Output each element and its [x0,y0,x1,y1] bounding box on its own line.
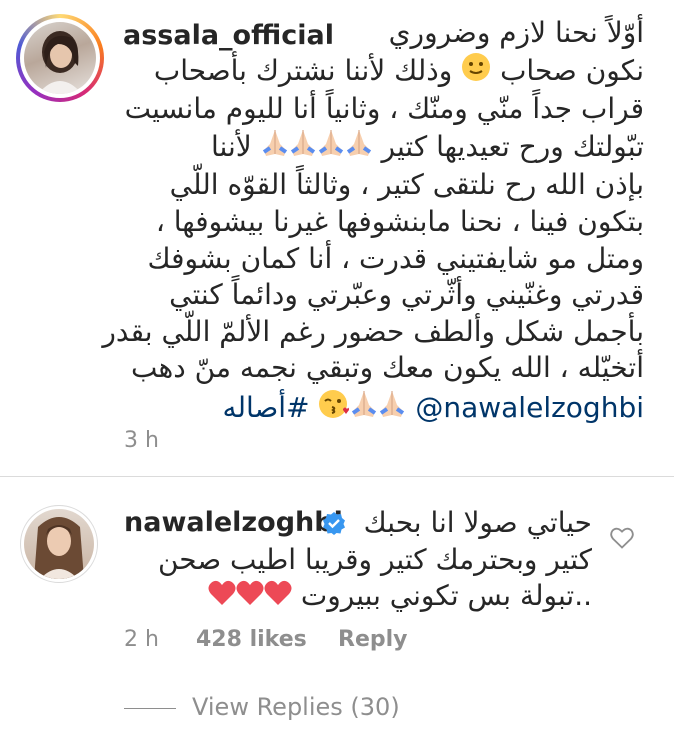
comment-assala: assala_official أوّلاً نحنا لازم وضروري … [0,0,674,470]
comment-line: ..تبولة بس تكوني ببيروت [300,579,592,613]
comment-timestamp: 3 h [124,428,159,453]
heart-emoji [236,579,264,616]
comment-line: قراب جداً منّي ومنّك ، وثانياً أنا لليوم… [124,92,644,126]
comment-nawal: nawalelzoghbi حياتي صولا انا بحبك كتير و… [0,477,674,754]
heart-emoji [208,579,236,616]
view-replies-divider [124,707,176,709]
folded-hands-emoji [345,128,373,168]
comment-timestamp: 2 h [124,627,159,652]
hashtag-link[interactable]: #أصاله [222,391,309,424]
heart-emoji [264,579,292,616]
comment-line: كتير وبحترمك كتير وقريبا اطيب صحن [157,542,592,576]
smiling-face-emoji [461,52,491,92]
comment-text-assala: أوّلاً نحنا لازم وضروري نكون صحاب وذلك ل… [84,15,644,429]
folded-hands-emoji [350,389,378,429]
comment-line: وذلك لأننا نشترك بأصحاب [153,53,453,87]
view-replies-label: View Replies (30) [192,693,400,721]
avatar-portrait-icon [34,517,84,579]
reply-button-label: Reply [338,627,408,652]
likes-count[interactable]: 428 likes [196,627,307,652]
folded-hands-emoji [317,128,345,168]
view-replies-button[interactable]: View Replies (30) [124,693,400,721]
comment-line: ومتل مو شايفتيني قدرت ، أنا كمان بشوفك [147,241,644,275]
comment-line: تبّولتك ورح تعيديها كتير [381,129,644,163]
comment-line: قدرتي وغنّيني وأثّرتي وعبّرتي ودائماً كن… [169,278,644,312]
comment-line: أتخيّله ، الله يكون معك وتبقي نجمه منّ د… [131,351,644,385]
comment-line: حياتي صولا انا بحبك [363,506,592,539]
kiss-emoji [318,389,350,429]
comment-line: بإذن الله رح نلتقى كتير ، وثالثاً القوّه… [169,168,644,202]
likes-count-label: 428 likes [196,627,307,652]
like-heart-icon[interactable] [610,527,634,553]
comment-line: لأننا [210,129,252,163]
reply-button[interactable]: Reply [338,627,408,652]
folded-hands-emoji [289,128,317,168]
comment-line: نكون صحاب [500,53,644,87]
mention-link[interactable]: @nawalelzoghbi [415,391,644,424]
avatar-nawal[interactable] [20,505,98,583]
folded-hands-emoji [378,389,406,429]
comment-line: بأجمل شكل وألطف حضور رغم الألمّ اللّي بق… [102,314,644,348]
comment-text-nawal: حياتي صولا انا بحبك كتير وبحترمك كتير وق… [112,505,592,615]
folded-hands-emoji [261,128,289,168]
comment-line: بتكون فينا ، نحنا مابنشوفها غيرنا بيشوفه… [155,204,644,238]
comment-line: أوّلاً نحنا لازم وضروري [388,16,644,49]
